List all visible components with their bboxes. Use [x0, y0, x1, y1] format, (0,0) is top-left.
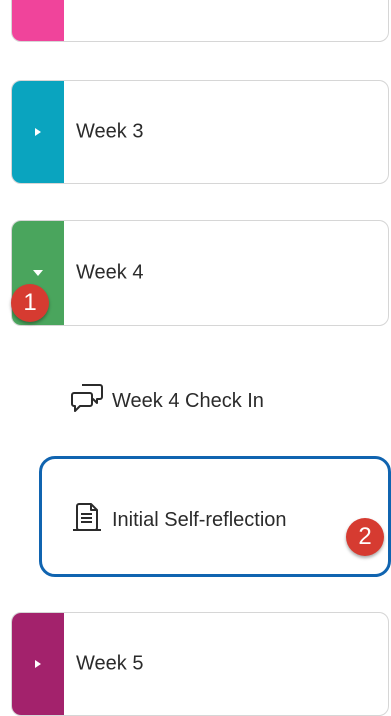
module-title: Week 5 — [76, 652, 144, 675]
module-item-week-4-check-in[interactable]: Week 4 Check In — [70, 382, 264, 420]
module-card-top-partial[interactable] — [11, 0, 389, 42]
module-title: Week 4 — [76, 261, 144, 284]
module-card-week-5[interactable]: Week 5 — [11, 612, 389, 716]
module-card-week-3[interactable]: Week 3 — [11, 80, 389, 184]
chevron-right-icon[interactable] — [32, 658, 44, 670]
module-title: Week 3 — [76, 120, 144, 143]
module-item-initial-self-reflection[interactable]: Initial Self-reflection — [70, 500, 287, 540]
callout-badge-1: 1 — [11, 284, 49, 322]
module-color-strip-pink — [12, 0, 64, 41]
chevron-right-icon[interactable] — [32, 126, 44, 138]
discussion-icon — [70, 382, 104, 420]
document-icon — [70, 500, 104, 540]
module-card-week-4[interactable]: Week 4 — [11, 220, 389, 326]
module-item-label: Initial Self-reflection — [112, 508, 287, 531]
module-item-label: Week 4 Check In — [112, 389, 264, 412]
callout-badge-2: 2 — [346, 518, 384, 556]
module-color-strip-magenta — [12, 613, 64, 715]
chevron-down-icon[interactable] — [32, 267, 44, 279]
module-color-strip-teal — [12, 81, 64, 183]
